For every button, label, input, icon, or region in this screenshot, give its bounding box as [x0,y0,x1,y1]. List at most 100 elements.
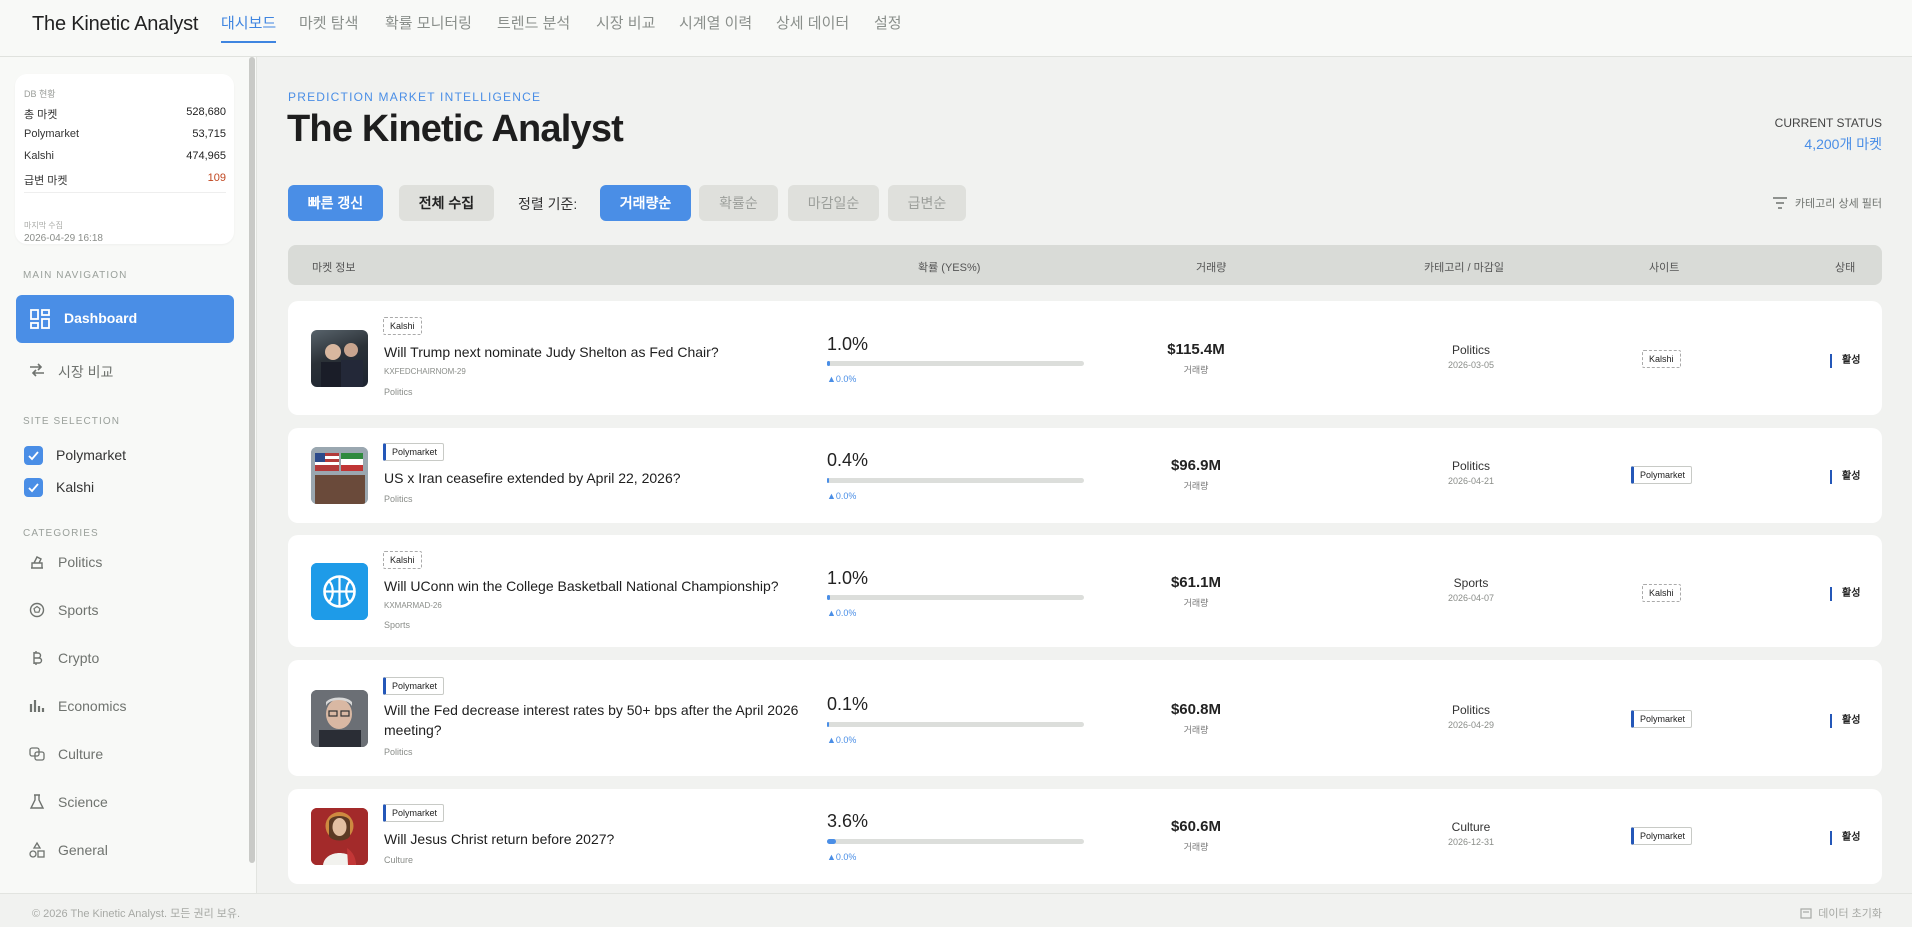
volume-value: $60.6M [1170,818,1222,835]
sidebar-scrollbar[interactable] [249,57,255,863]
check-icon [28,451,39,461]
sidebar-item-label: Crypto [58,650,100,666]
db-row-total: 총 마켓 528,680 [24,106,226,122]
full-collect-button[interactable]: 전체 수집 [399,185,494,221]
table-header: 마켓 정보 확률 (YES%) 거래량 카테고리 / 마감일 사이트 상태 [288,245,1882,285]
status-badge: 활성 [1830,587,1860,601]
th-category-deadline: 카테고리 / 마감일 [1424,262,1505,274]
probability-bar-fill [827,722,829,727]
tab-dashboard[interactable]: 대시보드 [221,12,277,43]
probability-delta: ▲0.0% [827,852,857,862]
tab-timeseries[interactable]: 시계열 이력 [679,12,752,41]
db-card-title: DB 현황 [24,89,56,99]
probability-bar-fill [827,478,829,483]
sidebar-item-label: Culture [58,746,104,762]
site-tag: Kalshi [1642,584,1681,602]
row-category: Politics [1451,459,1490,473]
copyright-text: © 2026 The Kinetic Analyst. 모든 권리 보유. [32,908,241,920]
probability-bar-fill [827,361,830,366]
site-badge: Kalshi [383,551,422,569]
th-site: 사이트 [1649,262,1680,274]
th-status: 상태 [1835,262,1856,274]
check-icon [28,483,39,493]
db-row-value: 53,715 [192,128,226,140]
ballot-box-icon [31,556,43,569]
market-question[interactable]: Will Trump next nominate Judy Shelton as… [384,342,804,362]
tab-detail-data[interactable]: 상세 데이터 [776,12,849,41]
db-row-label: 급변 마켓 [24,175,68,187]
table-row[interactable]: Polymarket US x Iran ceasefire extended … [288,428,1882,523]
site-badge: Polymarket [383,443,445,461]
market-ticker: KXFEDCHAIRNOM-29 [384,367,466,376]
quick-refresh-button[interactable]: 빠른 갱신 [288,185,383,221]
sort-volatile-button[interactable]: 급변순 [888,185,966,221]
market-question[interactable]: Will UConn win the College Basketball Na… [384,576,804,596]
kalshi-checkbox-label[interactable]: Kalshi [56,479,94,495]
probability-bar [827,595,1084,600]
db-row-polymarket: Polymarket 53,715 [24,128,226,140]
reset-icon [1800,908,1812,919]
volume-label: 거래량 [1183,725,1209,735]
row-category: Politics [1451,703,1490,717]
volume-value: $60.8M [1170,701,1222,718]
status-badge: 활성 [1830,470,1860,484]
sidebar-item-label: General [58,842,108,858]
sidebar: DB 현황 총 마켓 528,680 Polymarket 53,715 Kal… [0,57,257,893]
probability-bar [827,722,1084,727]
table-row[interactable]: Polymarket Will the Fed decrease interes… [288,660,1882,776]
status-badge: 활성 [1830,354,1860,368]
sort-probability-button[interactable]: 확률순 [699,185,778,221]
probability-delta: ▲0.0% [827,735,857,745]
tab-market-compare[interactable]: 시장 비교 [596,12,655,41]
compare-arrows-icon [30,363,44,377]
reset-data-label: 데이터 초기화 [1818,908,1882,920]
market-thumbnail [311,447,368,504]
market-question[interactable]: US x Iran ceasefire extended by April 22… [384,468,804,488]
site-badge: Kalshi [383,317,422,335]
market-question[interactable]: Will the Fed decrease interest rates by … [384,700,804,740]
theater-masks-icon [29,747,45,761]
market-question[interactable]: Will Jesus Christ return before 2027? [384,829,804,849]
top-navbar: The Kinetic Analyst 대시보드 마켓 탐색 확률 모니터링 트… [0,0,1912,57]
tab-probability-monitor[interactable]: 확률 모니터링 [385,12,472,41]
market-thumbnail [311,330,368,387]
reset-data-button[interactable]: 데이터 초기화 [1800,905,1882,921]
soccer-ball-icon [29,602,45,618]
sidebar-item-dashboard[interactable]: Dashboard [16,295,234,343]
market-thumbnail [311,690,368,747]
db-row-label: 총 마켓 [24,109,58,121]
row-category: Politics [1451,343,1490,357]
sort-volume-button[interactable]: 거래량순 [600,185,691,221]
probability-delta: ▲0.0% [827,491,857,501]
sort-deadline-button[interactable]: 마감일순 [788,185,879,221]
site-tag: Polymarket [1631,827,1693,845]
category-filter-button[interactable]: 카테고리 상세 필터 [1772,195,1882,211]
site-tag: Polymarket [1631,710,1693,728]
row-deadline: 2026-04-07 [1447,593,1495,603]
db-row-label: Polymarket [24,128,80,140]
polymarket-checkbox-label[interactable]: Polymarket [56,447,126,463]
probability-value: 0.4% [827,450,869,470]
basketball-icon [311,563,368,620]
db-row-label: Kalshi [24,150,54,162]
table-row[interactable]: Kalshi Will Trump next nominate Judy She… [288,301,1882,415]
market-category: Sports [384,620,411,630]
polymarket-checkbox[interactable] [24,446,43,465]
site-selection-label: SITE SELECTION [23,416,121,427]
volume-label: 거래량 [1183,481,1209,491]
row-category: Sports [1453,576,1489,590]
kalshi-checkbox[interactable] [24,478,43,497]
th-probability: 확률 (YES%) [918,262,981,274]
tab-trend-analysis[interactable]: 트렌드 분석 [497,12,570,41]
volume-value: $61.1M [1170,574,1222,591]
table-row[interactable]: Polymarket Will Jesus Christ return befo… [288,789,1882,884]
main-nav-label: MAIN NAVIGATION [23,270,128,281]
db-row-value: 109 [207,172,226,184]
volume-label: 거래량 [1183,365,1209,375]
table-row[interactable]: Kalshi Will UConn win the College Basket… [288,535,1882,647]
tab-settings[interactable]: 설정 [874,12,902,41]
volume-label: 거래량 [1183,598,1209,608]
tab-market-explore[interactable]: 마켓 탐색 [299,12,358,41]
brand-logo[interactable]: The Kinetic Analyst [32,13,198,36]
probability-bar [827,361,1084,366]
